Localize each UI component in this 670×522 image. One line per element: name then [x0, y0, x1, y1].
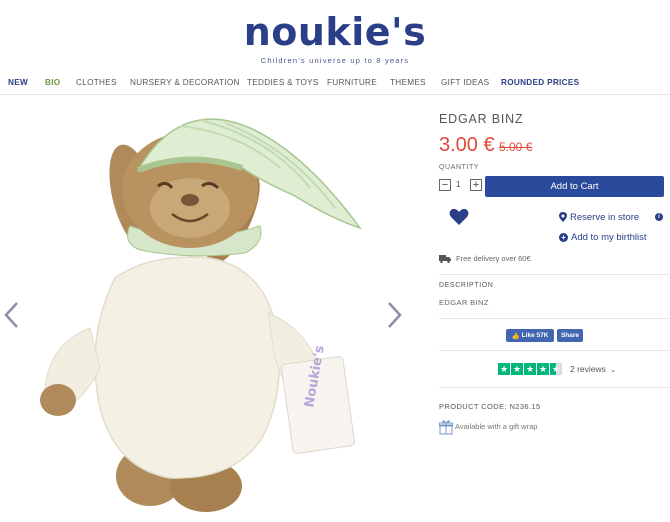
nav-item-nursery[interactable]: NURSERY & DECORATION	[130, 78, 240, 87]
star-icon: ★	[511, 363, 523, 375]
section-divider	[439, 318, 669, 319]
star-icon: ★	[498, 363, 510, 375]
delivery-info: Free delivery over 60€	[439, 254, 531, 264]
plus-icon: +	[472, 179, 480, 191]
info-icon[interactable]: i	[655, 213, 663, 221]
nav-item-furniture[interactable]: FURNITURE	[327, 78, 377, 87]
quantity-decrease-button[interactable]: −	[439, 179, 451, 191]
nav-item-teddies[interactable]: TEDDIES & TOYS	[247, 78, 319, 87]
description-label: DESCRIPTION	[439, 282, 494, 289]
reserve-in-store-link[interactable]: Reserve in store	[559, 212, 639, 223]
nav-item-rounded-prices[interactable]: ROUNDED PRICES	[501, 78, 579, 87]
gift-wrap-info: Available with a gift wrap	[439, 419, 537, 435]
location-pin-icon	[559, 212, 567, 223]
product-price: 3.00 €	[439, 134, 495, 156]
facebook-share-button[interactable]: Share	[557, 329, 583, 342]
nav-divider	[0, 94, 670, 95]
next-image-arrow[interactable]	[384, 300, 404, 330]
nav-item-bio[interactable]: BIO	[45, 78, 60, 87]
rating-stars[interactable]: ★ ★ ★ ★ ★	[498, 363, 562, 375]
chevron-left-icon	[4, 302, 18, 328]
nav-item-new[interactable]: NEW	[8, 78, 28, 87]
section-divider	[439, 350, 669, 351]
tagline: Children's universe up to 8 years	[260, 56, 410, 65]
nav-item-gift-ideas[interactable]: GIFT IDEAS	[441, 78, 489, 87]
quantity-value[interactable]: 1	[456, 180, 460, 189]
reviews-link[interactable]: 2 reviews ⌄	[570, 364, 616, 374]
chevron-down-icon: ⌄	[610, 367, 617, 374]
site-logo[interactable]: noukie's Children's universe up to 8 yea…	[0, 10, 670, 65]
star-icon: ★	[524, 363, 536, 375]
like-label: Like 57K	[521, 332, 549, 339]
gift-wrap-text: Available with a gift wrap	[455, 421, 538, 431]
thumbs-up-icon: 👍	[511, 332, 520, 340]
add-to-cart-button[interactable]: Add to Cart	[485, 176, 664, 197]
product-image[interactable]: Noukie's	[30, 108, 380, 518]
plus-circle-icon: +	[559, 232, 568, 242]
star-half-icon: ★	[550, 363, 562, 375]
truck-icon	[439, 255, 451, 264]
wishlist-heart-icon[interactable]	[449, 208, 469, 226]
star-icon: ★	[537, 363, 549, 375]
main-nav: NEW BIO CLOTHES NURSERY & DECORATION TED…	[0, 78, 670, 92]
delivery-text: Free delivery over 60€	[456, 254, 531, 263]
facebook-like-button[interactable]: 👍 Like 57K	[506, 329, 554, 342]
reviews-label: 2 reviews	[570, 364, 606, 374]
nav-item-clothes[interactable]: CLOTHES	[76, 78, 117, 87]
product-code: PRODUCT CODE: N236.15	[439, 402, 541, 411]
add-to-birthlist-link[interactable]: + Add to my birthlist	[559, 232, 647, 243]
section-divider	[439, 387, 669, 388]
product-title: EDGAR BINZ	[439, 112, 524, 126]
nav-item-themes[interactable]: THEMES	[390, 78, 426, 87]
description-text: EDGAR BINZ	[439, 298, 489, 307]
quantity-label: QUANTITY	[439, 164, 480, 171]
gift-icon	[439, 420, 453, 435]
section-divider	[439, 274, 669, 275]
chevron-right-icon	[388, 302, 402, 328]
logo-text[interactable]: noukie's	[0, 10, 670, 54]
minus-icon: −	[441, 179, 449, 191]
quantity-increase-button[interactable]: +	[470, 179, 482, 191]
reserve-label: Reserve in store	[570, 212, 640, 223]
birthlist-label: Add to my birthlist	[571, 232, 647, 243]
old-price: 5.00 €	[499, 140, 533, 154]
prev-image-arrow[interactable]	[2, 300, 22, 330]
